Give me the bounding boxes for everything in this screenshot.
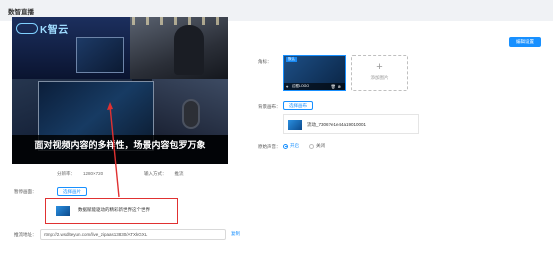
- page-title: 数智直播: [8, 9, 34, 16]
- copy-url-link[interactable]: 复制: [231, 231, 240, 237]
- file-thumbnail: [56, 206, 70, 216]
- edit-settings-button[interactable]: 编辑设置: [509, 37, 541, 47]
- add-image-label: 添加图片: [370, 75, 389, 80]
- push-url-input[interactable]: rtmp://2.wsdlteyun.com/live_zipaas13830/…: [40, 229, 226, 240]
- resolution-value: 1280×720: [83, 171, 104, 176]
- resolution-label: 分辨率：: [57, 171, 75, 176]
- add-image-button[interactable]: + 添加图片: [351, 55, 408, 91]
- sound-label: 原始声音：: [258, 144, 281, 149]
- wait-screen-file-card[interactable]: 数据赋能驱动的精彩新世界这个世界: [45, 198, 178, 224]
- preview-logo: K智云: [16, 21, 69, 36]
- preview-stage-lights: [132, 17, 228, 25]
- plus-icon: +: [376, 61, 383, 73]
- input-label: 输入方式：: [144, 171, 167, 176]
- sound-on-radio[interactable]: 开启: [283, 143, 299, 149]
- sound-on-label: 开启: [290, 143, 299, 148]
- radio-checked-icon: [283, 143, 288, 149]
- background-file-card[interactable]: 流动_7306?e1e44a19010001: [283, 114, 419, 134]
- wait-screen-label: 暂停画面：: [14, 189, 37, 194]
- sound-off-radio[interactable]: 关闭: [309, 143, 325, 149]
- sound-radio-group: 开启 关闭: [283, 143, 325, 149]
- cover-thumbnail[interactable]: 默认 ⌖ 边框LOGO 🗑⊗: [283, 55, 346, 91]
- microphone-image: [182, 99, 200, 129]
- sound-off-label: 关闭: [316, 143, 325, 148]
- preview-subtitle: 面对视频内容的多样性，场景内容包罗万象: [34, 140, 206, 150]
- cloud-icon: [16, 23, 38, 34]
- select-wait-screen-button[interactable]: 选择画片: [57, 187, 87, 196]
- cover-logo-text: 边框LOGO: [292, 84, 310, 88]
- input-info: 输入方式： 推流: [144, 171, 184, 177]
- resolution-info: 分辨率： 1280×720: [57, 171, 103, 177]
- background-file-name: 流动_7306?e1e44a19010001: [307, 122, 367, 127]
- background-thumbnail: [288, 120, 302, 130]
- radio-unchecked-icon: [309, 143, 314, 149]
- wait-screen-file-name: 数据赋能驱动的精彩新世界这个世界: [78, 207, 150, 212]
- video-preview[interactable]: K智云 面对视频内容的多样性，场景内容包罗万象: [12, 17, 228, 164]
- preview-inset-screen-small: [76, 37, 124, 73]
- input-value: 推流: [174, 171, 184, 176]
- cover-action-icons[interactable]: 🗑⊗: [331, 84, 343, 89]
- cover-default-tag: 默认: [286, 57, 297, 62]
- select-background-button[interactable]: 选择画布: [283, 101, 313, 110]
- push-url-label: 推流地址：: [14, 232, 37, 237]
- cover-label: 角标：: [258, 59, 272, 64]
- preview-logo-text: K智云: [40, 25, 69, 36]
- pin-icon[interactable]: ⌖: [286, 84, 288, 89]
- background-label: 背景画布：: [258, 104, 281, 109]
- preview-camera-operator: [174, 25, 204, 75]
